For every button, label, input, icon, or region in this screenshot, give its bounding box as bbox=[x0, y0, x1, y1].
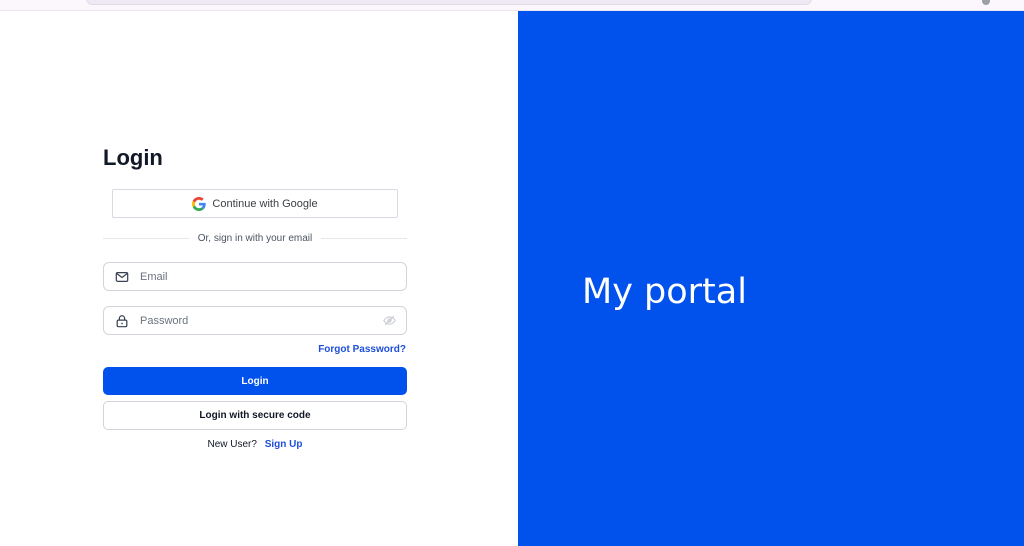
eye-icon[interactable] bbox=[383, 314, 396, 327]
signup-row: New User? Sign Up bbox=[103, 439, 407, 450]
signin-divider: Or, sign in with your email bbox=[103, 231, 407, 245]
lock-icon bbox=[116, 314, 128, 327]
address-bar[interactable] bbox=[86, 0, 812, 5]
mail-icon bbox=[115, 271, 129, 282]
password-input[interactable] bbox=[140, 307, 383, 334]
password-field[interactable] bbox=[103, 306, 407, 335]
secure-code-login-button[interactable]: Login with secure code bbox=[103, 401, 407, 430]
new-user-text: New User? bbox=[207, 439, 257, 450]
google-signin-button[interactable]: Continue with Google bbox=[112, 189, 398, 218]
email-field[interactable] bbox=[103, 262, 407, 291]
profile-icon[interactable] bbox=[982, 0, 990, 5]
email-input[interactable] bbox=[140, 263, 406, 290]
browser-top-bar bbox=[0, 0, 1024, 11]
login-button[interactable]: Login bbox=[103, 367, 407, 395]
page-title: Login bbox=[103, 145, 163, 170]
divider-line-right bbox=[321, 237, 407, 239]
forgot-password-link[interactable]: Forgot Password? bbox=[300, 344, 406, 355]
google-signin-label: Continue with Google bbox=[212, 197, 318, 210]
divider-line-left bbox=[103, 237, 189, 239]
google-g-icon bbox=[192, 196, 207, 211]
brand-panel: My portal bbox=[518, 11, 1024, 546]
signup-link[interactable]: Sign Up bbox=[265, 439, 303, 450]
divider-text: Or, sign in with your email bbox=[197, 232, 313, 244]
brand-name: My portal bbox=[582, 272, 747, 312]
